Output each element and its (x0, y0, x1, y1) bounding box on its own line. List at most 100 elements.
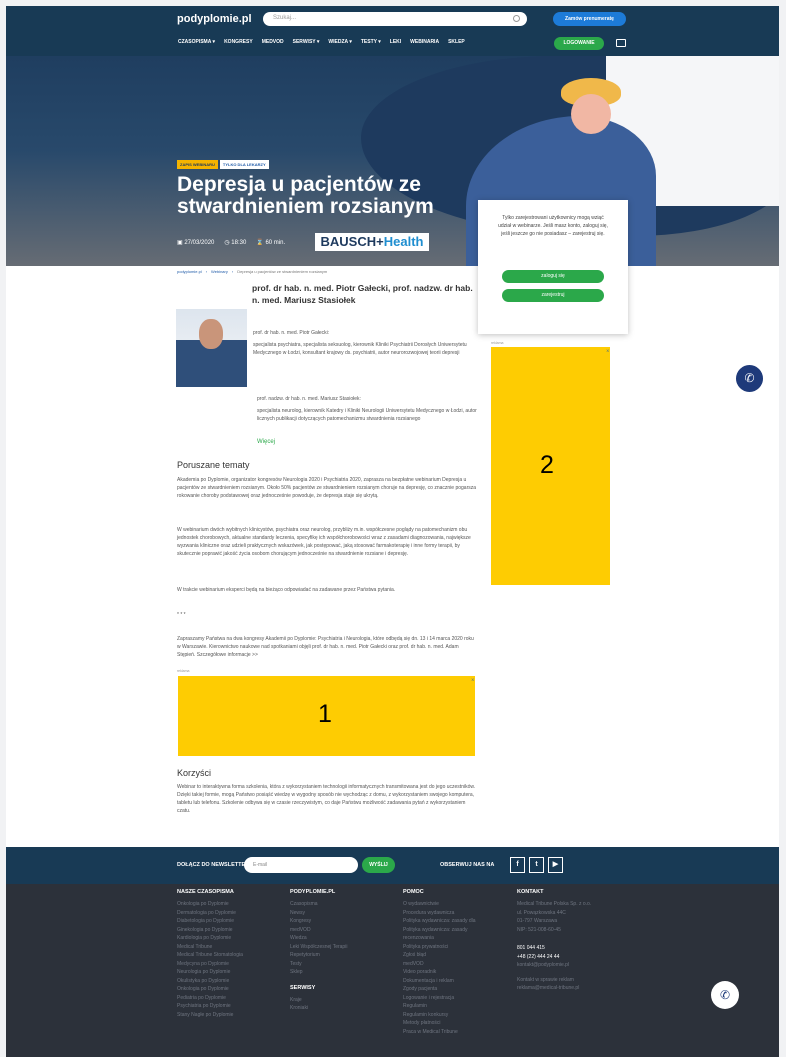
event-time: ◷ 18:30 (224, 239, 246, 246)
footer-link[interactable]: Leki Współczesnej Terapii (290, 943, 347, 952)
search-input[interactable]: Szukaj... (263, 12, 527, 26)
benefits-heading: Korzyści (177, 768, 212, 778)
facebook-icon[interactable]: f (510, 857, 525, 873)
nav-wiedza[interactable]: WIEDZA ▾ (328, 39, 351, 49)
youtube-icon[interactable]: ▶ (548, 857, 563, 873)
site-logo[interactable]: podyplomie.pl (177, 13, 252, 25)
phone-icon[interactable]: ✆ (711, 981, 739, 1009)
nav-webinaria[interactable]: WEBINARIA (410, 39, 439, 49)
footer-phone[interactable]: 801 044 415 (517, 944, 591, 953)
footer-link[interactable]: medVOD (290, 926, 347, 935)
footer-link[interactable]: Polityka prywatności (403, 943, 476, 952)
bio1-text: specjalista psychiatra, specjalista seks… (253, 342, 467, 356)
breadcrumb: podyplomie.pl › Webinary › Depresja u pacj… (177, 269, 327, 274)
footer-phone[interactable]: +48 (22) 444 24 44 (517, 953, 591, 962)
ad-banner-1[interactable]: 1 X (178, 676, 475, 756)
phone-icon[interactable]: ✆ (736, 365, 763, 392)
footer-link[interactable]: Kardiologia po Dyplomie (177, 934, 243, 943)
footer-link[interactable]: Praca w Medical Tribune (403, 1028, 476, 1037)
nav-testy[interactable]: TESTY ▾ (361, 39, 381, 49)
footer-col-help: POMOC O wydawnictwie Procedura wydawnicz… (403, 889, 476, 1036)
footer-link[interactable]: Stany Nagłe po Dyplomie (177, 1011, 243, 1020)
footer-link[interactable]: Kroniaki (290, 1004, 347, 1013)
hero-illustration-face (571, 94, 611, 134)
footer-heading: KONTAKT (517, 889, 544, 895)
footer-link[interactable]: Zgłoś błąd (403, 951, 476, 960)
footer-link[interactable]: Testy (290, 960, 347, 969)
search-placeholder: Szukaj... (273, 15, 297, 21)
cart-icon[interactable] (616, 39, 626, 47)
footer-link[interactable]: Video poradnik (403, 968, 476, 977)
breadcrumb-home[interactable]: podyplomie.pl (177, 269, 202, 274)
more-link[interactable]: Więcej (257, 439, 275, 445)
event-date: ▣ 27/03/2020 (177, 239, 214, 246)
ad-1-number: 1 (318, 700, 332, 728)
subscribe-button[interactable]: Zamów prenumeratę (553, 12, 626, 26)
footer-link[interactable]: Procedura wydawnicza (403, 909, 476, 918)
breadcrumb-webinars[interactable]: Webinary (211, 269, 228, 274)
footer-heading: PODYPLOMIE.PL (290, 889, 336, 895)
nav-serwisy[interactable]: SERWISY ▾ (293, 39, 320, 49)
footer-link[interactable]: medVOD (403, 960, 476, 969)
footer-link[interactable]: Regulamin (403, 1002, 476, 1011)
ad-close-icon[interactable]: X (606, 348, 609, 353)
tag-doctors-only: TYLKO DLA LEKARZY (219, 160, 269, 169)
footer-link[interactable]: Dokumentacja i reklam (403, 977, 476, 986)
nav-leki[interactable]: LEKI (390, 39, 401, 49)
footer-col-contact: KONTAKT Medical Tribune Polska Sp. z o.o… (517, 889, 591, 993)
nav-kongresy[interactable]: KONGRESY (224, 39, 253, 49)
footer-link[interactable]: Kongresy (290, 917, 347, 926)
popup-login-button[interactable]: zaloguj się (502, 270, 604, 283)
nav-sklep[interactable]: SKLEP (448, 39, 465, 49)
site-footer: NASZE CZASOPISMA Onkologia po Dyplomie D… (6, 884, 779, 1057)
popup-register-button[interactable]: zarejestruj (502, 289, 604, 302)
footer-link[interactable]: Sklep (290, 968, 347, 977)
footer-link[interactable]: Diabetologia po Dyplomie (177, 917, 243, 926)
footer-link[interactable]: Kraje (290, 996, 347, 1005)
footer-link[interactable]: Medical Tribune Stomatologia (177, 951, 243, 960)
footer-link[interactable]: Metody płatności (403, 1019, 476, 1028)
newsletter-label: DOŁĄCZ DO NEWSLETTERA (177, 862, 254, 868)
ad-label: reklama (177, 669, 190, 673)
footer-link[interactable]: Wiedza (290, 934, 347, 943)
page: podyplomie.pl Szukaj... Zamów prenumerat… (6, 6, 779, 1057)
search-icon[interactable] (513, 15, 520, 22)
footer-link[interactable]: Okulistyka po Dyplomie (177, 977, 243, 986)
nav-medvod[interactable]: MEDVOD (262, 39, 284, 49)
footer-link[interactable]: Psychiatria po Dyplomie (177, 1002, 243, 1011)
footer-link[interactable]: Zgody pacjenta (403, 985, 476, 994)
footer-link[interactable]: recenzowania (403, 934, 476, 943)
newsletter-send-button[interactable]: WYŚLIJ (362, 857, 395, 873)
footer-link[interactable]: Polityka wydawnicza: zasady dla (403, 917, 476, 926)
footer-link[interactable]: Neurologia po Dyplomie (177, 968, 243, 977)
login-button[interactable]: LOGOWANIE (554, 37, 604, 50)
footer-link[interactable]: Polityka wydawnicza: zasady (403, 926, 476, 935)
footer-link[interactable]: O wydawnictwie (403, 900, 476, 909)
footer-link[interactable]: Medycyna po Dyplomie (177, 960, 243, 969)
twitter-icon[interactable]: t (529, 857, 544, 873)
paragraph-congress[interactable]: Zapraszamy Państwa na dwa kongresy Akade… (177, 635, 477, 659)
footer-link[interactable]: Newsy (290, 909, 347, 918)
ad-banner-2[interactable]: 2 X (491, 347, 610, 585)
footer-link[interactable]: Dermatologia po Dyplomie (177, 909, 243, 918)
footer-link[interactable]: Medical Tribune (177, 943, 243, 952)
footer-link[interactable]: Logowanie i rejestracja (403, 994, 476, 1003)
author-photo-face (199, 319, 223, 349)
footer-link[interactable]: Regulamin konkursy (403, 1011, 476, 1020)
footer-link[interactable]: Czasopisma (290, 900, 347, 909)
separator-dots: * * * (177, 612, 186, 618)
newsletter-email-input[interactable]: E-mail (244, 857, 358, 873)
event-duration-value: 60 min. (265, 240, 286, 246)
sponsor-name-a: BAUSCH+ (320, 234, 384, 249)
footer-link[interactable]: Repetytorium (290, 951, 347, 960)
footer-link[interactable]: Ginekologia po Dyplomie (177, 926, 243, 935)
footer-link[interactable]: Pediatria po Dyplomie (177, 994, 243, 1003)
footer-heading: NASZE CZASOPISMA (177, 889, 234, 895)
footer-email[interactable]: kontakt@podyplomie.pl (517, 961, 591, 970)
ad-close-icon[interactable]: X (471, 677, 474, 682)
footer-link[interactable]: Onkologia po Dyplomie (177, 985, 243, 994)
footer-ads-email[interactable]: reklama@medical-tribune.pl (517, 984, 591, 993)
ad-2-number: 2 (540, 451, 554, 479)
footer-link[interactable]: Onkologia po Dyplomie (177, 900, 243, 909)
nav-czasopisma[interactable]: CZASOPISMA ▾ (178, 39, 215, 49)
